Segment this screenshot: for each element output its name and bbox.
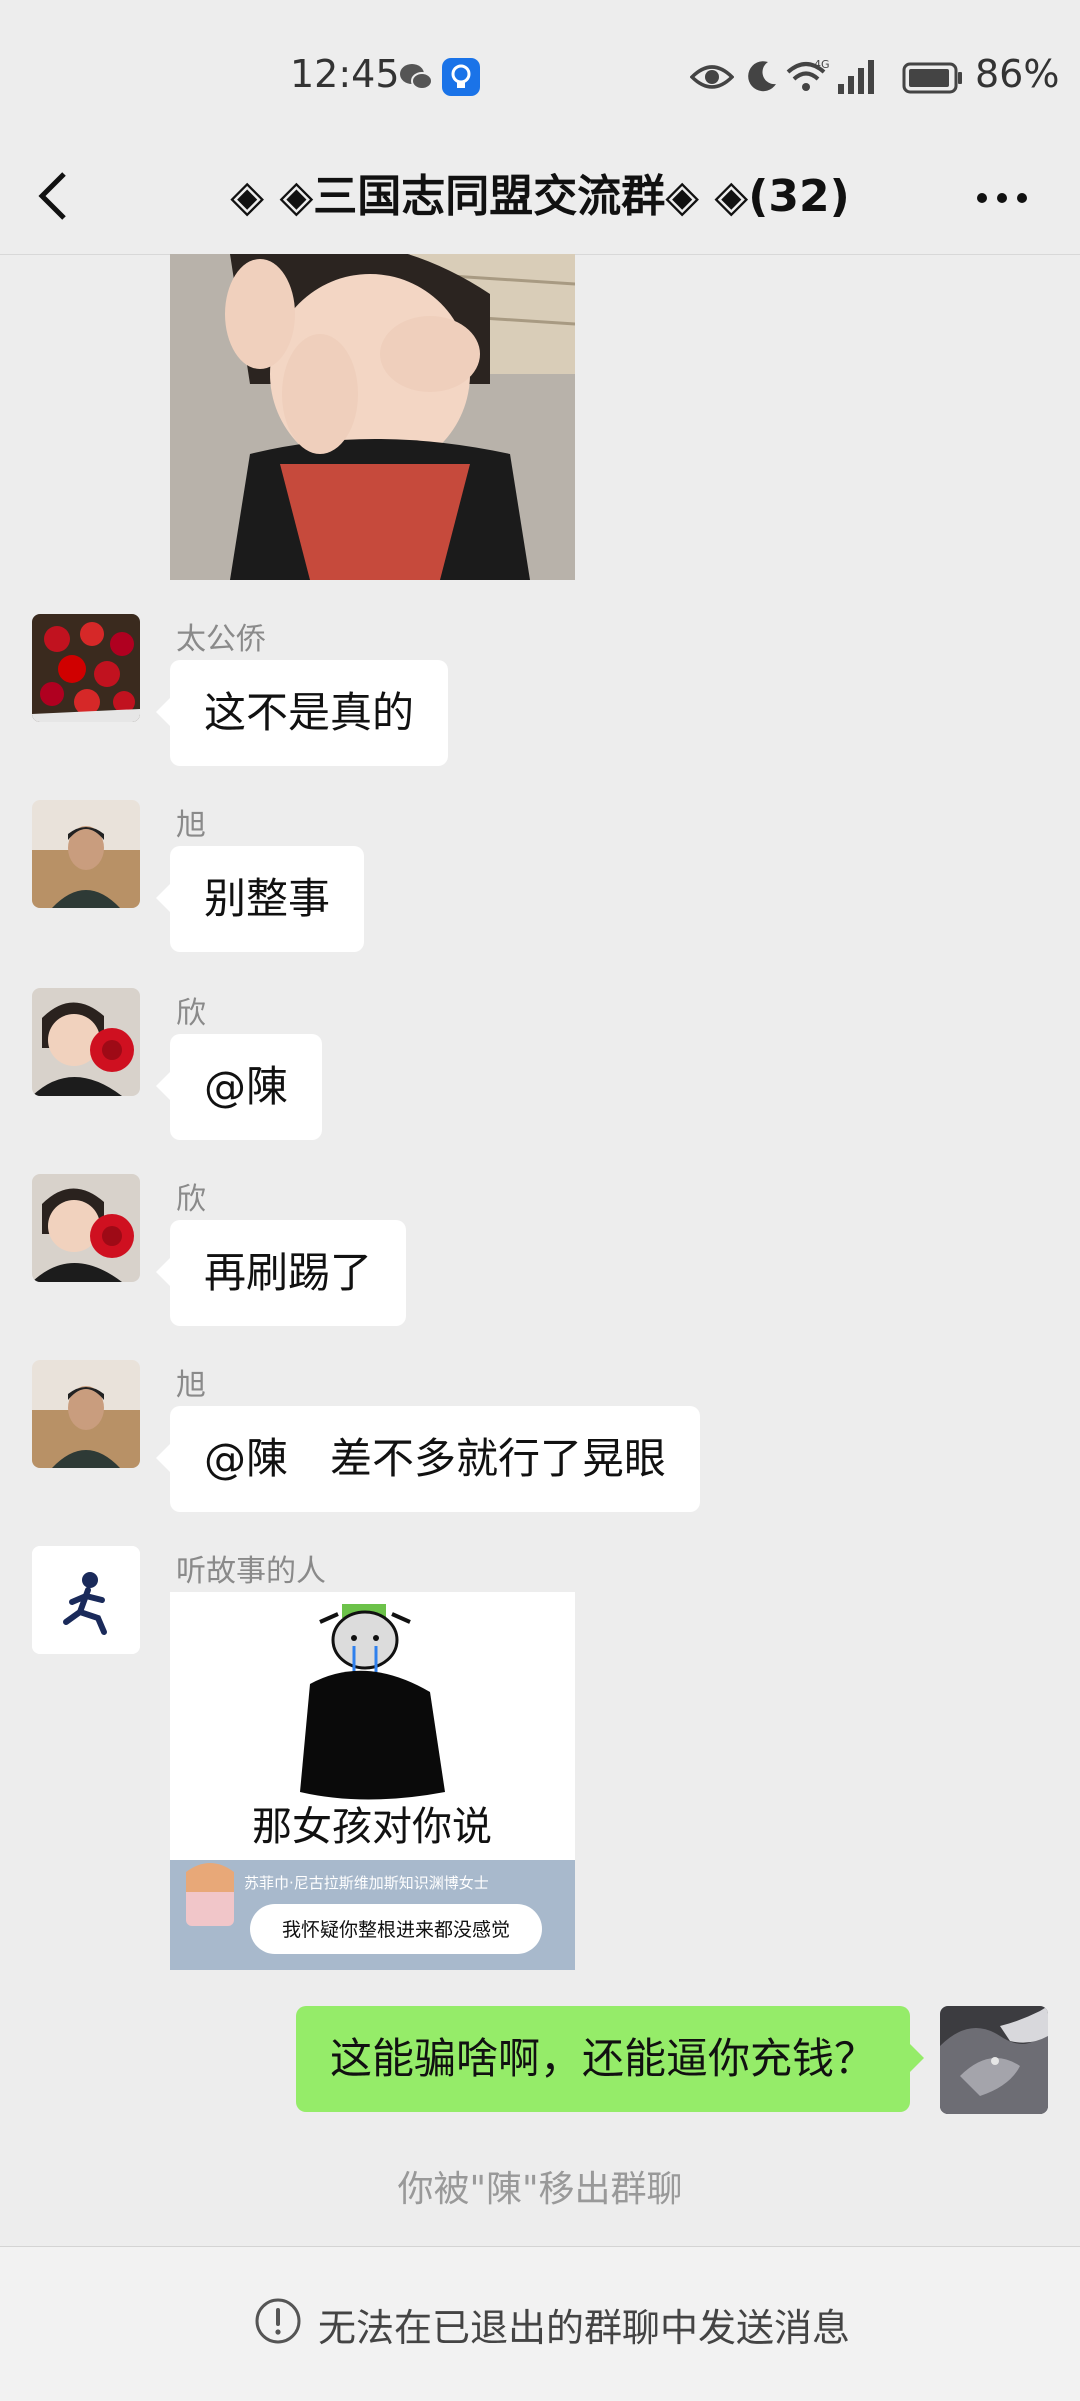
chat-title: ◈ ◈三国志同盟交流群◈ ◈(32) (230, 171, 850, 222)
avatar-sender[interactable] (32, 1174, 140, 1282)
battery-icon (902, 62, 962, 94)
chat-message-list[interactable]: 太公侨 这不是真的 旭 别整事 欣 @陳 欣 再刷踢了 旭 @陳 差不多就行了晃… (0, 254, 1080, 2246)
status-bar: 12:45 4G 86% (0, 0, 1080, 150)
avatar-sender[interactable] (32, 1546, 140, 1654)
status-time: 12:45 (290, 52, 400, 96)
image-message-child-photo[interactable] (170, 254, 575, 580)
sender-name: 旭 (176, 808, 206, 843)
sticker-subcaption: 苏菲巾·尼古拉斯维加斯知识渊博女士 (244, 1874, 489, 1892)
message-bubble[interactable]: 别整事 (155, 846, 365, 952)
message-text: 这能骗啥啊，还能逼你充钱？ (329, 2034, 876, 2083)
child-with-rose-avatar (32, 1174, 140, 1282)
chat-header: ◈ ◈三国志同盟交流群◈ ◈(32) (0, 150, 1080, 255)
sticker-quote: 我怀疑你整根进来都没感觉 (282, 1919, 510, 1941)
message-bubble[interactable]: 这不是真的 (155, 660, 449, 766)
back-chevron-icon[interactable] (34, 166, 74, 226)
rose-bouquet-avatar (32, 614, 140, 722)
eye-icon (690, 65, 734, 89)
message-bubble[interactable]: @陳 (155, 1034, 323, 1140)
wechat-icon (400, 64, 433, 90)
sticker-caption: 那女孩对你说 (252, 1804, 492, 1850)
avatar-sender[interactable] (32, 1360, 140, 1468)
running-figure-avatar (32, 1546, 140, 1654)
man-portrait-avatar (32, 1360, 140, 1468)
message-text: 再刷踢了 (204, 1248, 373, 1297)
message-bubble[interactable]: 再刷踢了 (155, 1220, 407, 1326)
system-notice: 你被"陳"移出群聊 (397, 2169, 683, 2210)
exclamation-circle-icon (255, 2298, 301, 2344)
more-options-icon[interactable] (974, 178, 1030, 218)
message-text: @陳 差不多就行了晃眼 (204, 1434, 667, 1483)
avatar-sender[interactable] (32, 988, 140, 1096)
sender-name: 欣 (176, 1182, 206, 1217)
left-group-notice: 无法在已退出的群聊中发送消息 (318, 2306, 851, 2350)
wifi-icon: 4G (786, 58, 830, 91)
message-text: 别整事 (204, 874, 331, 923)
man-portrait-avatar (32, 800, 140, 908)
my-message-bubble[interactable]: 这能骗啥啊，还能逼你充钱？ (295, 2006, 925, 2112)
meme-sticker: 那女孩对你说 苏菲巾·尼古拉斯维加斯知识渊博女士 我怀疑你整根进来都没感觉 (170, 1592, 575, 1970)
sender-name: 欣 (176, 996, 206, 1031)
sender-name: 太公侨 (176, 622, 266, 657)
child-photo-sticker (170, 254, 575, 580)
image-message-sticker[interactable]: 那女孩对你说 苏菲巾·尼古拉斯维加斯知识渊博女士 我怀疑你整根进来都没感觉 (170, 1592, 575, 1970)
child-with-rose-avatar (32, 988, 140, 1096)
avatar-sender[interactable] (32, 614, 140, 722)
signal-icon (838, 60, 874, 94)
message-text: 这不是真的 (204, 688, 415, 737)
my-avatar[interactable] (940, 2006, 1048, 2114)
battery-percent: 86% (975, 52, 1060, 96)
dragon-art-avatar (940, 2006, 1048, 2114)
input-disabled-bar: 无法在已退出的群聊中发送消息 (0, 2246, 1080, 2401)
sender-name: 旭 (176, 1368, 206, 1403)
message-text: @陳 (204, 1062, 289, 1111)
moon-icon (748, 61, 776, 92)
avatar-sender[interactable] (32, 800, 140, 908)
message-bubble[interactable]: @陳 差不多就行了晃眼 (155, 1406, 701, 1512)
notification-bulb-icon (442, 58, 480, 96)
network-label: 4G (814, 58, 830, 71)
sender-name: 听故事的人 (176, 1554, 326, 1589)
